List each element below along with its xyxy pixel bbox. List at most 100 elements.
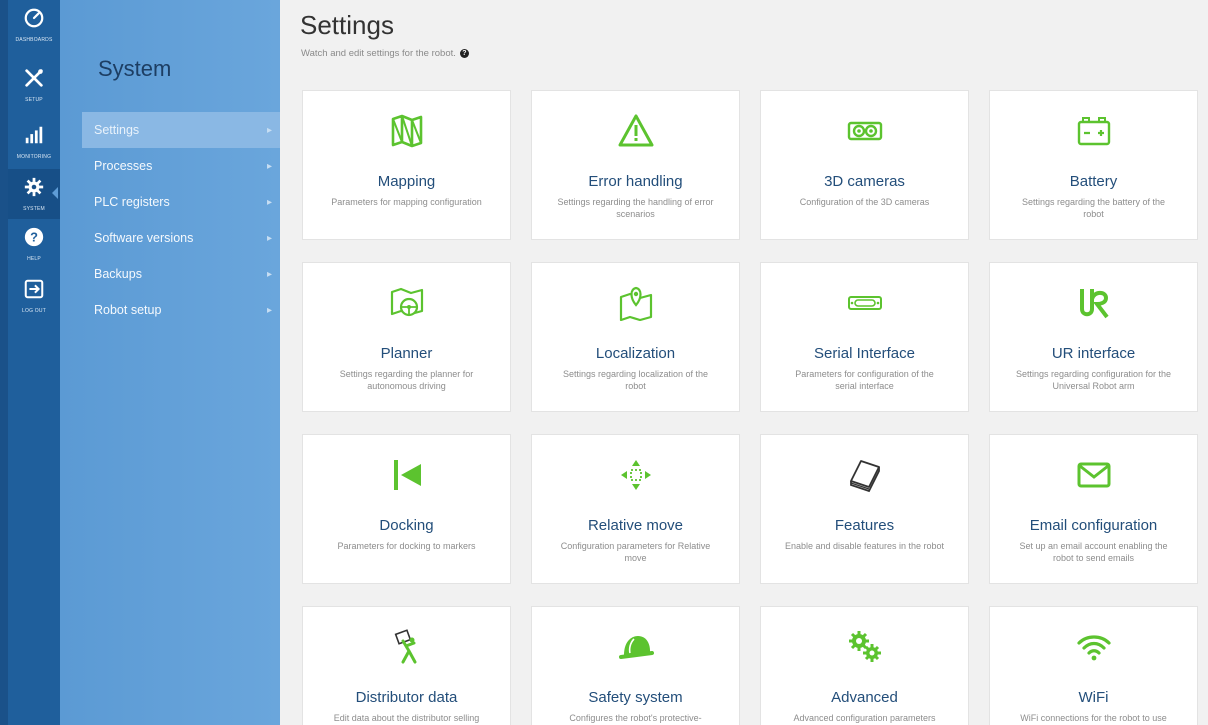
card-description: Parameters for configuration of the seri… xyxy=(795,369,934,391)
card-description: Configures the robot's protective- xyxy=(569,713,702,723)
sidebar-item-processes[interactable]: Processes ▸ xyxy=(82,148,280,184)
rail-item-help[interactable]: ? HELP xyxy=(8,219,60,269)
sidebar-menu: Settings ▸ Processes ▸ PLC registers ▸ S… xyxy=(82,112,280,328)
card-title: WiFi xyxy=(1078,689,1109,706)
card-description: Parameters for docking to markers xyxy=(337,541,476,551)
sidebar-item-robot-setup[interactable]: Robot setup ▸ xyxy=(82,292,280,328)
card-title: Features xyxy=(834,517,895,534)
gear-icon xyxy=(23,176,45,203)
card-title: Safety system xyxy=(588,689,683,706)
camera-icon xyxy=(845,111,885,151)
map-icon xyxy=(387,111,427,151)
chevron-right-icon: ▸ xyxy=(266,268,272,280)
gears-icon xyxy=(845,627,885,667)
sidebar-item-label: Processes xyxy=(94,159,153,173)
card-title: Localization xyxy=(595,345,676,362)
card-description: Configuration parameters for Relative mo… xyxy=(560,541,711,563)
card-title: 3D cameras xyxy=(824,173,905,190)
card-planner[interactable]: Planner Settings regarding the planner f… xyxy=(302,262,511,412)
card-distributor-data[interactable]: Distributor data Edit data about the dis… xyxy=(302,606,511,725)
sidebar-item-label: PLC registers xyxy=(94,195,170,209)
helmet-icon xyxy=(616,627,656,667)
warning-icon xyxy=(616,111,656,151)
card-mapping[interactable]: Mapping Parameters for mapping configura… xyxy=(302,90,511,240)
rail-item-dashboards[interactable]: DASHBOARDS xyxy=(8,0,60,50)
chevron-right-icon: ▸ xyxy=(266,304,272,316)
card-title: Mapping xyxy=(377,173,436,190)
card-error-handling[interactable]: Error handling Settings regarding the ha… xyxy=(531,90,740,240)
card-description: Enable and disable features in the robot xyxy=(784,541,945,551)
card-description: Edit data about the distributor selling xyxy=(333,713,480,723)
card-title: Relative move xyxy=(587,517,684,534)
card-relative-move[interactable]: Relative move Configuration parameters f… xyxy=(531,434,740,584)
card-3d-cameras[interactable]: 3D cameras Configuration of the 3D camer… xyxy=(760,90,969,240)
subtitle-text: Watch and edit settings for the robot. xyxy=(301,48,456,59)
card-title: Error handling xyxy=(588,173,683,190)
sidebar-item-software-versions[interactable]: Software versions ▸ xyxy=(82,220,280,256)
chevron-right-icon: ▸ xyxy=(266,160,272,172)
card-title: Email configuration xyxy=(1029,517,1158,534)
card-docking[interactable]: Docking Parameters for docking to marker… xyxy=(302,434,511,584)
rail-item-setup[interactable]: SETUP xyxy=(8,60,60,110)
move-arrows-icon xyxy=(616,455,656,495)
card-ur-interface[interactable]: UR interface Settings regarding configur… xyxy=(989,262,1198,412)
gauge-icon xyxy=(23,7,45,34)
active-pointer xyxy=(52,187,58,199)
svg-text:?: ? xyxy=(30,230,38,245)
rail-label: SETUP xyxy=(25,97,43,103)
page-subtitle: Watch and edit settings for the robot. ? xyxy=(301,48,469,59)
sidebar-item-label: Backups xyxy=(94,267,142,281)
sidebar-item-plc-registers[interactable]: PLC registers ▸ xyxy=(82,184,280,220)
card-description: Settings regarding configuration for the… xyxy=(1015,369,1172,391)
signal-bars-icon xyxy=(23,124,45,151)
wifi-icon xyxy=(1074,627,1114,667)
system-sidebar: System Settings ▸ Processes ▸ PLC regist… xyxy=(60,0,280,725)
sidebar-item-backups[interactable]: Backups ▸ xyxy=(82,256,280,292)
ur-logo-icon xyxy=(1074,283,1114,323)
card-description: Parameters for mapping configuration xyxy=(331,197,482,207)
help-icon[interactable]: ? xyxy=(459,49,469,58)
docking-icon xyxy=(387,455,427,495)
rail-label: MONITORING xyxy=(16,154,52,160)
card-description: WiFi connections for the robot to use xyxy=(1020,713,1167,723)
sidebar-title: System xyxy=(98,56,172,81)
card-localization[interactable]: Localization Settings regarding localiza… xyxy=(531,262,740,412)
card-serial-interface[interactable]: Serial Interface Parameters for configur… xyxy=(760,262,969,412)
sidebar-item-label: Software versions xyxy=(94,231,194,245)
card-title: Serial Interface xyxy=(814,345,915,362)
rail-item-logout[interactable]: LOG OUT xyxy=(8,271,60,321)
sidebar-item-label: Settings xyxy=(94,123,140,137)
card-title: Docking xyxy=(379,517,434,534)
chevron-right-icon: ▸ xyxy=(266,232,272,244)
icon-rail: DASHBOARDS SETUP MONITORING SYSTEM ? HEL… xyxy=(0,0,60,725)
card-advanced[interactable]: Advanced Advanced configuration paramete… xyxy=(760,606,969,725)
person-sign-icon xyxy=(387,627,427,667)
rail-item-monitoring[interactable]: MONITORING xyxy=(8,117,60,167)
card-description: Settings regarding the handling of error… xyxy=(557,197,714,219)
card-title: Advanced xyxy=(831,689,898,706)
rail-label: HELP xyxy=(27,256,41,262)
chevron-right-icon: ▸ xyxy=(266,124,272,136)
tools-icon xyxy=(23,67,45,94)
rail-label: LOG OUT xyxy=(22,308,46,314)
rail-label: DASHBOARDS xyxy=(15,37,53,43)
serial-port-icon xyxy=(845,283,885,323)
card-description: Settings regarding localization of the r… xyxy=(562,369,709,391)
card-email-configuration[interactable]: Email configuration Set up an email acco… xyxy=(989,434,1198,584)
rail-label: SYSTEM xyxy=(23,206,45,212)
planner-icon xyxy=(387,283,427,323)
card-title: Planner xyxy=(380,345,433,362)
question-icon: ? xyxy=(23,226,45,253)
card-title: Distributor data xyxy=(355,689,458,706)
envelope-icon xyxy=(1074,455,1114,495)
sidebar-item-label: Robot setup xyxy=(94,303,162,317)
card-safety-system[interactable]: Safety system Configures the robot's pro… xyxy=(531,606,740,725)
card-battery[interactable]: Battery Settings regarding the battery o… xyxy=(989,90,1198,240)
card-wifi[interactable]: WiFi WiFi connections for the robot to u… xyxy=(989,606,1198,725)
card-title: UR interface xyxy=(1051,345,1136,362)
chevron-right-icon: ▸ xyxy=(266,196,272,208)
sidebar-item-settings[interactable]: Settings ▸ xyxy=(82,112,280,148)
settings-grid: Mapping Parameters for mapping configura… xyxy=(302,90,1198,725)
card-features[interactable]: Features Enable and disable features in … xyxy=(760,434,969,584)
card-description: Settings regarding the planner for auton… xyxy=(339,369,474,391)
